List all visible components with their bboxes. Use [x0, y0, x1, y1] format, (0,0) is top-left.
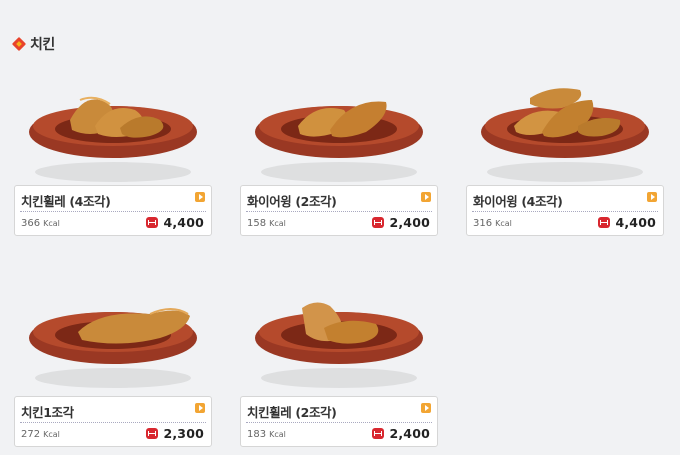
arrow-right-icon[interactable]: [195, 403, 205, 413]
price: 4,400: [146, 215, 204, 230]
won-icon: [372, 217, 385, 228]
divider: [246, 422, 432, 423]
kcal: 158 Kcal: [247, 218, 286, 229]
product-card[interactable]: 치킨1조각 272 Kcal 2,300: [14, 396, 212, 447]
won-icon: [146, 217, 159, 228]
kcal: 366 Kcal: [21, 218, 60, 229]
product-name[interactable]: 화이어윙 (4조각): [473, 191, 563, 210]
divider: [20, 422, 206, 423]
price: 2,400: [372, 426, 430, 441]
diamond-icon: [14, 39, 24, 49]
kcal: 183 Kcal: [247, 429, 286, 440]
product-card[interactable]: 화이어윙 (2조각) 158 Kcal 2,400: [240, 185, 438, 236]
product-name[interactable]: 화이어윙 (2조각): [247, 191, 337, 210]
product-photo[interactable]: [226, 286, 452, 391]
section-title: 치킨: [30, 37, 55, 53]
product-item[interactable]: 치킨1조각 272 Kcal 2,300: [0, 286, 226, 447]
section-header: 치킨: [14, 34, 55, 54]
product-card[interactable]: 치킨휠레 (2조각) 183 Kcal 2,400: [240, 396, 438, 447]
product-photo[interactable]: [226, 80, 452, 185]
arrow-right-icon[interactable]: [195, 192, 205, 202]
product-item[interactable]: 화이어윙 (4조각) 316 Kcal 4,400: [452, 80, 678, 236]
price: 2,400: [372, 215, 430, 230]
price: 4,400: [598, 215, 656, 230]
divider: [472, 211, 658, 212]
kcal: 316 Kcal: [473, 218, 512, 229]
price-value: 2,400: [389, 215, 430, 230]
price-value: 4,400: [615, 215, 656, 230]
divider: [20, 211, 206, 212]
won-icon: [598, 217, 611, 228]
price-value: 2,400: [389, 426, 430, 441]
price-value: 2,300: [163, 426, 204, 441]
price-value: 4,400: [163, 215, 204, 230]
product-name[interactable]: 치킨휠레 (4조각): [21, 191, 111, 210]
product-photo[interactable]: [452, 80, 678, 185]
arrow-right-icon[interactable]: [421, 403, 431, 413]
product-name[interactable]: 치킨1조각: [21, 402, 74, 421]
arrow-right-icon[interactable]: [647, 192, 657, 202]
won-icon: [372, 428, 385, 439]
product-photo[interactable]: [0, 286, 226, 391]
price: 2,300: [146, 426, 204, 441]
product-item[interactable]: 치킨휠레 (4조각) 366 Kcal 4,400: [0, 80, 226, 236]
kcal: 272 Kcal: [21, 429, 60, 440]
product-name[interactable]: 치킨휠레 (2조각): [247, 402, 337, 421]
product-card[interactable]: 치킨휠레 (4조각) 366 Kcal 4,400: [14, 185, 212, 236]
arrow-right-icon[interactable]: [421, 192, 431, 202]
divider: [246, 211, 432, 212]
product-item[interactable]: 화이어윙 (2조각) 158 Kcal 2,400: [226, 80, 452, 236]
won-icon: [146, 428, 159, 439]
product-photo[interactable]: [0, 80, 226, 185]
product-card[interactable]: 화이어윙 (4조각) 316 Kcal 4,400: [466, 185, 664, 236]
product-item[interactable]: 치킨휠레 (2조각) 183 Kcal 2,400: [226, 286, 452, 447]
